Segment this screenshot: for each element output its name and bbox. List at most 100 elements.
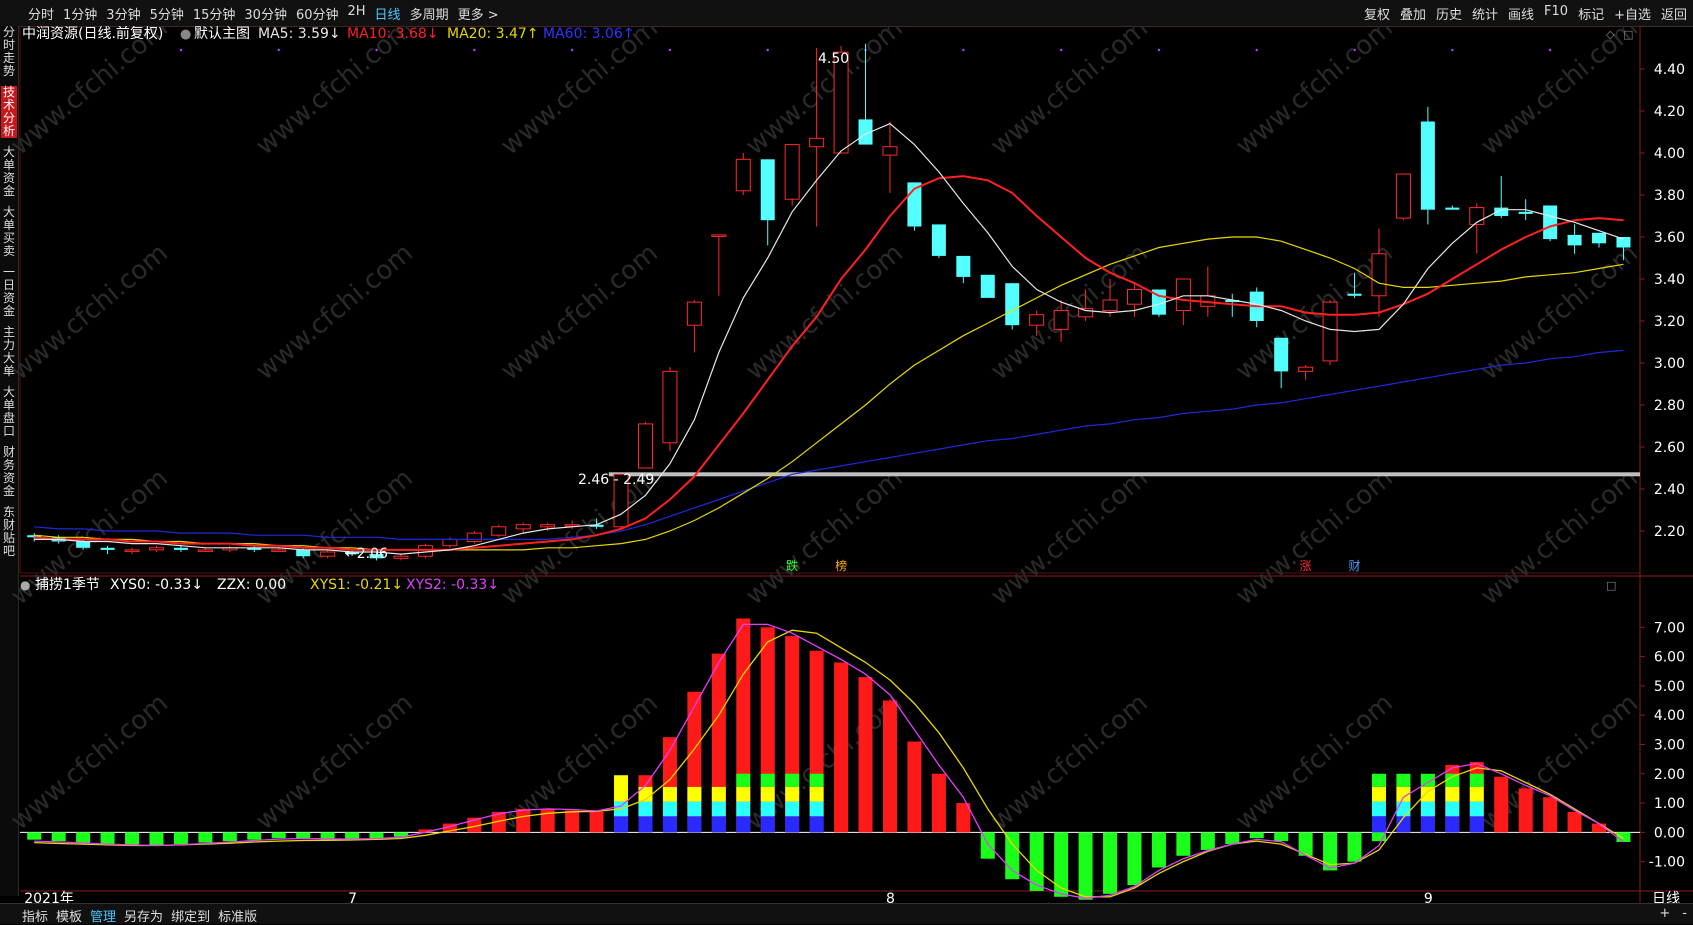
xys0-bar	[1567, 811, 1582, 833]
xys0-bar	[907, 741, 922, 833]
sub-ytick-label: 0.00	[1654, 825, 1685, 841]
tool-button-3[interactable]: 统计	[1472, 4, 1498, 23]
x-tick-label: 8	[886, 891, 895, 903]
period-tab-7[interactable]: 2H	[348, 4, 366, 23]
layered-bar-segment	[687, 801, 702, 817]
candle-body-down	[100, 547, 115, 550]
period-tab-9[interactable]: 多周期	[410, 4, 449, 23]
layered-bar-segment	[785, 801, 800, 817]
tool-button-5[interactable]: F10	[1544, 4, 1568, 23]
zzx-label: ZZX: 0.00	[217, 577, 286, 593]
watermark-text: www.cfchi.com	[985, 26, 1154, 161]
period-tab-10[interactable]: 更多 >	[458, 4, 499, 23]
xys0-bar	[76, 832, 91, 843]
x-tick-label: 7	[348, 891, 357, 903]
xys0-bar	[858, 677, 873, 833]
main-ytick-label: 3.60	[1654, 230, 1685, 246]
layered-bar-segment	[785, 773, 800, 787]
layered-bar-segment	[711, 801, 726, 817]
top-dot	[473, 48, 476, 52]
top-dot	[277, 48, 280, 52]
layered-bar-segment	[662, 816, 677, 833]
xys1-label: XYS1: -0.21↓	[310, 577, 403, 593]
xys0-bar	[931, 773, 946, 833]
sub-ytick-label: 3.00	[1654, 737, 1685, 753]
layered-bar-segment	[809, 801, 824, 817]
top-dot	[1059, 48, 1063, 52]
watermark-text: www.cfchi.com	[985, 463, 1154, 611]
layered-bar-segment	[785, 786, 800, 802]
layered-bar-segment	[1445, 801, 1460, 817]
watermark-text: www.cfchi.com	[5, 26, 174, 161]
bottom-tab-3[interactable]: 另存为	[124, 906, 163, 925]
layered-bar-segment	[736, 816, 751, 833]
candle-body-up	[540, 524, 556, 528]
top-dot	[1451, 48, 1454, 52]
candle-body-up	[637, 423, 653, 469]
main-ytick-label: 2.20	[1654, 524, 1685, 540]
window-icon[interactable]: □	[1623, 28, 1633, 41]
zoom-in-icon[interactable]: +	[1659, 906, 1670, 921]
bottom-tab-5[interactable]: 标准版	[218, 906, 257, 925]
sub-ytick-label: -1.00	[1649, 855, 1685, 871]
layered-bar-segment	[662, 786, 677, 802]
xys0-bar	[589, 811, 604, 833]
sub-indicator-icon[interactable]: ●	[20, 578, 30, 592]
tool-button-7[interactable]: +自选	[1614, 4, 1651, 23]
xys0-bar	[1249, 832, 1264, 839]
x-tick-label: 2021年	[24, 891, 74, 903]
tool-button-2[interactable]: 历史	[1436, 4, 1462, 23]
event-marker: 财	[1349, 559, 1361, 573]
bottom-tab-0[interactable]: 指标	[22, 906, 48, 925]
candle-body-up	[1371, 253, 1387, 297]
xys0-bar	[516, 808, 531, 833]
layered-bar-segment	[1371, 786, 1386, 802]
bottom-tab-1[interactable]: 模板	[56, 906, 82, 925]
tool-button-0[interactable]: 复权	[1364, 4, 1390, 23]
x-tick-label: 9	[1424, 891, 1433, 903]
layered-bar-segment	[1445, 786, 1460, 802]
candle-body-up	[1322, 301, 1338, 362]
period-tab-4[interactable]: 15分钟	[193, 4, 236, 23]
tool-button-8[interactable]: 返回	[1661, 4, 1687, 23]
period-tab-0[interactable]: 分时	[28, 4, 54, 23]
layered-bar-segment	[1396, 801, 1411, 817]
tool-button-1[interactable]: 叠加	[1400, 4, 1426, 23]
layered-bar-segment	[736, 786, 751, 802]
xys0-bar	[247, 832, 262, 840]
xys0-bar	[1127, 832, 1142, 886]
layered-bar-segment	[736, 773, 751, 787]
bottom-tab-4[interactable]: 绑定到	[171, 906, 210, 925]
candle-body-up	[1102, 299, 1118, 311]
period-tab-2[interactable]: 3分钟	[106, 4, 140, 23]
main-ytick-label: 2.40	[1654, 482, 1685, 498]
diamond-icon[interactable]: ◇	[1606, 28, 1615, 41]
zoom-out-icon[interactable]: -	[1682, 906, 1687, 921]
sub-indicator-name[interactable]: 捕捞1季节	[35, 577, 100, 593]
stock-chart: www.cfchi.com www.cfchi.com www.cfchi.com w…	[5, 26, 1693, 903]
period-tab-5[interactable]: 30分钟	[244, 4, 287, 23]
candle-body-up	[662, 370, 678, 444]
period-tab-1[interactable]: 1分钟	[63, 4, 97, 23]
tool-button-6[interactable]: 标记	[1578, 4, 1604, 23]
xys0-bar	[369, 832, 384, 839]
layered-bar-segment	[711, 816, 726, 833]
layered-bar-segment	[809, 786, 824, 802]
xys0-bar	[1225, 832, 1240, 845]
sub-window-icon[interactable]: □	[1606, 579, 1616, 592]
top-dot	[1157, 48, 1161, 52]
xys0-bar	[1200, 832, 1215, 850]
xys0-bar	[1078, 832, 1093, 900]
period-tab-8[interactable]: 日线	[375, 4, 401, 23]
period-tab-6[interactable]: 60分钟	[296, 4, 339, 23]
template-label[interactable]: 默认主图	[194, 26, 250, 42]
period-tab-3[interactable]: 5分钟	[150, 4, 184, 23]
sub-ytick-label: 1.00	[1654, 796, 1685, 812]
watermark-text: www.cfchi.com	[1475, 238, 1644, 386]
template-icon[interactable]: ●	[180, 27, 191, 42]
tool-button-4[interactable]: 画线	[1508, 4, 1534, 23]
bottom-tab-2[interactable]: 管理	[90, 906, 116, 925]
layered-bar-segment	[1469, 816, 1484, 833]
layered-bar-segment	[1396, 773, 1411, 787]
xys0-bar	[173, 832, 188, 845]
